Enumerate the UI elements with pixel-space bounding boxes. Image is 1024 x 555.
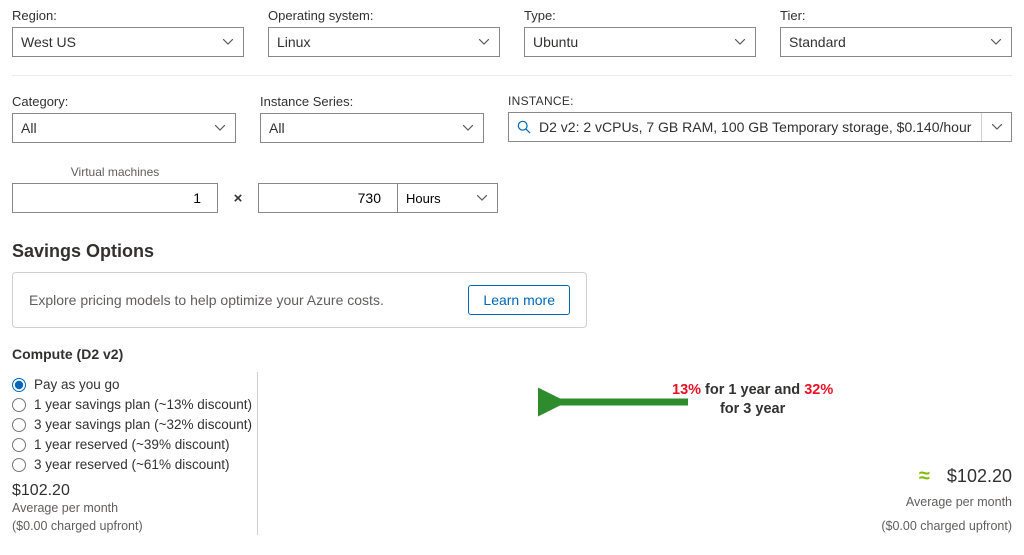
hours-input[interactable] <box>258 183 398 213</box>
pricing-label: 1 year savings plan (~13% discount) <box>34 397 252 412</box>
vm-count-input[interactable] <box>12 183 218 213</box>
instance-value: D2 v2: 2 vCPUs, 7 GB RAM, 100 GB Tempora… <box>539 119 981 135</box>
tier-label: Tier: <box>780 8 1012 23</box>
left-total-sub2: ($0.00 charged upfront) <box>12 518 257 536</box>
pricing-radio-3yr-savings[interactable] <box>12 418 26 432</box>
pricing-option-1yr-reserved[interactable]: 1 year reserved (~39% discount) <box>12 437 257 452</box>
savings-heading: Savings Options <box>12 241 1012 262</box>
equals-icon: ≈ <box>919 465 930 487</box>
pricing-radio-payg[interactable] <box>12 378 26 392</box>
os-label: Operating system: <box>268 8 500 23</box>
tier-select[interactable]: Standard <box>780 27 1012 57</box>
pricing-radio-1yr-savings[interactable] <box>12 398 26 412</box>
annotation-text: 13% for 1 year and 32% for 3 year <box>672 381 833 419</box>
right-total-sub1: Average per month <box>881 494 1012 512</box>
hours-unit-select[interactable]: Hours <box>398 183 498 213</box>
region-label: Region: <box>12 8 244 23</box>
pricing-radio-3yr-reserved[interactable] <box>12 458 26 472</box>
savings-banner-text: Explore pricing models to help optimize … <box>29 292 384 308</box>
type-label: Type: <box>524 8 756 23</box>
category-label: Category: <box>12 94 236 109</box>
left-total-amount: $102.20 <box>12 482 257 500</box>
series-label: Instance Series: <box>260 94 484 109</box>
times-symbol: × <box>218 190 258 213</box>
vm-count-label: Virtual machines <box>12 165 218 179</box>
instance-picker[interactable]: D2 v2: 2 vCPUs, 7 GB RAM, 100 GB Tempora… <box>508 112 1012 142</box>
region-select[interactable]: West US <box>12 27 244 57</box>
savings-banner: Explore pricing models to help optimize … <box>12 272 587 328</box>
instance-label: INSTANCE: <box>508 94 1012 108</box>
search-icon <box>509 120 539 134</box>
chevron-down-icon[interactable] <box>981 113 1011 141</box>
os-select[interactable]: Linux <box>268 27 500 57</box>
type-select[interactable]: Ubuntu <box>524 27 756 57</box>
pricing-label: Pay as you go <box>34 377 120 392</box>
compute-title: Compute (D2 v2) <box>12 346 1012 362</box>
pricing-option-1yr-savings[interactable]: 1 year savings plan (~13% discount) <box>12 397 257 412</box>
pricing-label: 3 year reserved (~61% discount) <box>34 457 229 472</box>
pricing-option-payg[interactable]: Pay as you go <box>12 377 257 392</box>
left-total-sub1: Average per month <box>12 500 257 518</box>
pricing-option-3yr-reserved[interactable]: 3 year reserved (~61% discount) <box>12 457 257 472</box>
pricing-option-3yr-savings[interactable]: 3 year savings plan (~32% discount) <box>12 417 257 432</box>
category-select[interactable]: All <box>12 113 236 143</box>
pricing-label: 3 year savings plan (~32% discount) <box>34 417 252 432</box>
right-total-amount: $102.20 <box>947 466 1012 486</box>
series-select[interactable]: All <box>260 113 484 143</box>
learn-more-button[interactable]: Learn more <box>468 285 570 315</box>
pricing-radio-1yr-reserved[interactable] <box>12 438 26 452</box>
divider <box>12 75 1012 76</box>
right-total-sub2: ($0.00 charged upfront) <box>881 518 1012 536</box>
pricing-label: 1 year reserved (~39% discount) <box>34 437 229 452</box>
